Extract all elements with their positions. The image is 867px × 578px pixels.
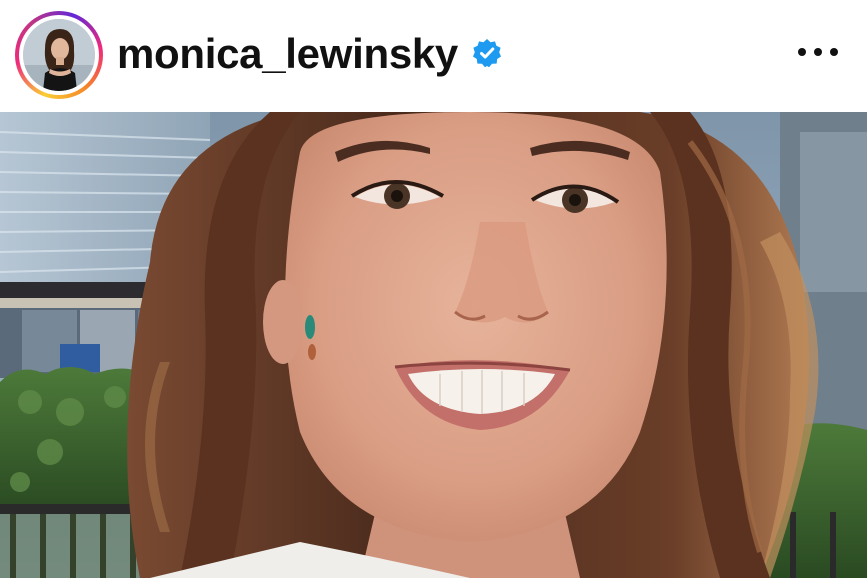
- profile-avatar[interactable]: [23, 19, 95, 91]
- more-dot: [798, 48, 806, 56]
- avatar-ring-gap: [19, 15, 99, 95]
- post-header: monica_lewinsky: [0, 0, 867, 110]
- more-dot: [830, 48, 838, 56]
- verified-badge-icon: [472, 38, 502, 68]
- more-options-icon[interactable]: [798, 38, 838, 66]
- username-link[interactable]: monica_lewinsky: [117, 28, 458, 80]
- story-ring[interactable]: [15, 11, 103, 99]
- more-dot: [814, 48, 822, 56]
- post-photo[interactable]: [0, 112, 867, 578]
